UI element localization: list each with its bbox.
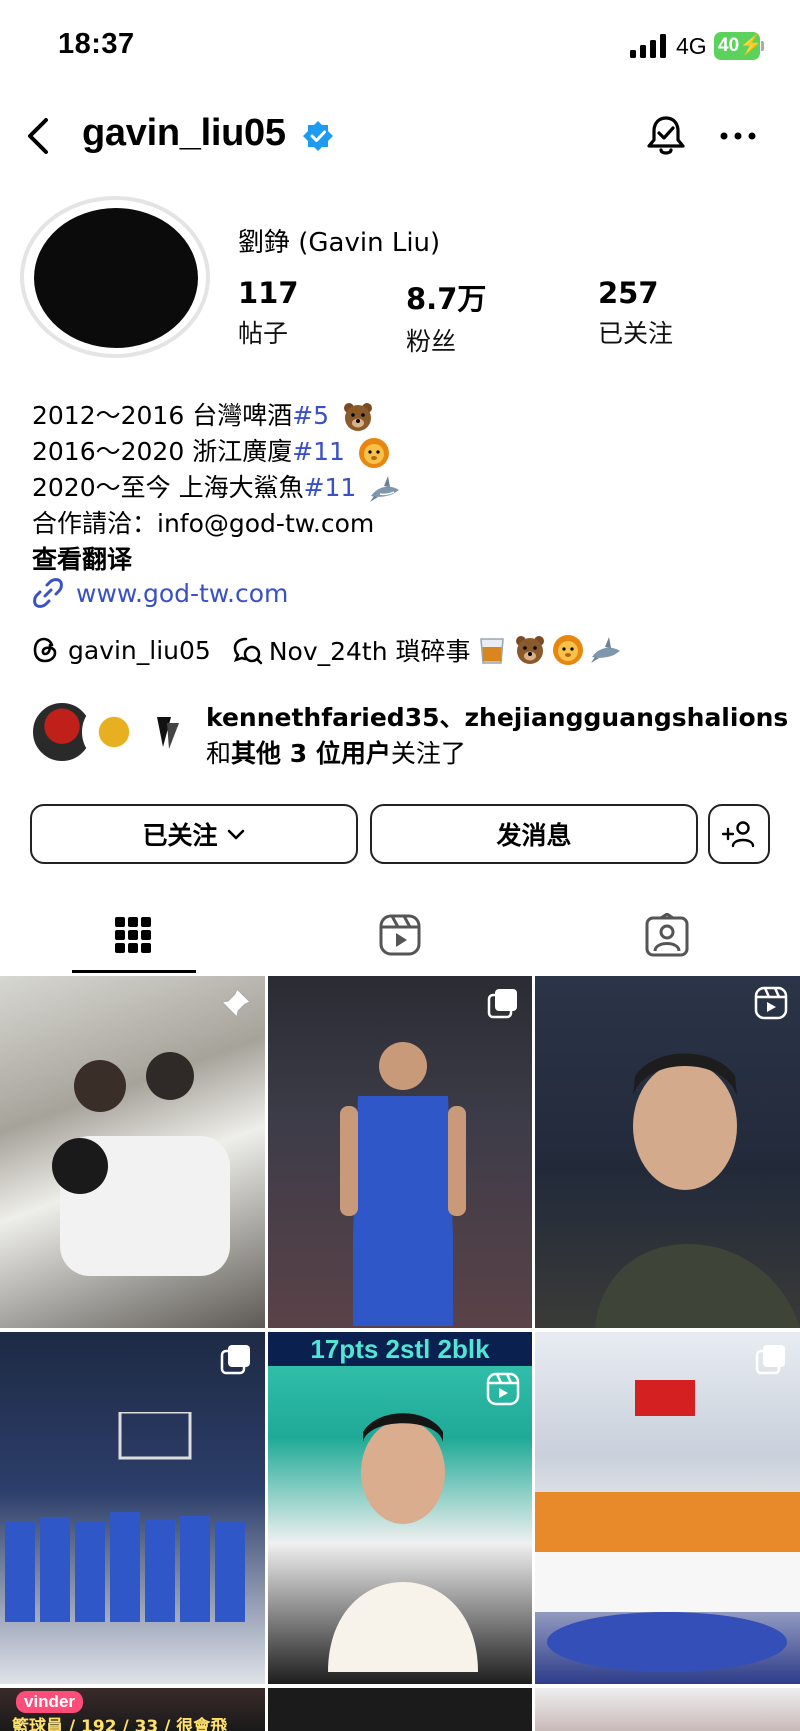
bio-line: 2020～至今 上海大鯊魚#11	[32, 470, 772, 506]
reels-icon	[379, 914, 421, 956]
whiskey-glass-icon	[479, 638, 504, 664]
hashtag-link[interactable]: #5	[292, 401, 329, 430]
posts-grid: 17pts 2stl 2blk vinder 籃球員 / 192 / 33 / …	[0, 974, 800, 1731]
grid-post[interactable]	[535, 1688, 800, 1731]
bio-line: 2016～2020 浙江廣廈#11	[32, 434, 772, 470]
avatar-image	[34, 208, 198, 348]
threads-row: gavin_liu05 Nov_24th 瑣碎事	[30, 630, 623, 670]
add-user-button[interactable]	[708, 804, 770, 864]
stat-label: 粉丝	[406, 327, 457, 356]
post-photo-player	[340, 1042, 466, 1326]
carousel-icon	[487, 989, 517, 1019]
profile-header: gavin_liu05	[0, 100, 800, 172]
translate-link[interactable]: 查看翻译	[32, 542, 772, 578]
tagged-icon	[645, 913, 689, 957]
followed-by[interactable]: kennethfaried35、zhejiangguangshalions 和其…	[30, 700, 790, 770]
bear-icon	[515, 636, 544, 664]
followed-by-names: kennethfaried35、zhejiangguangshalions	[206, 703, 789, 732]
bio-text: 2020～至今 上海大鯊魚	[32, 473, 304, 502]
message-label: 发消息	[496, 821, 572, 850]
profile-bio: 2012～2016 台灣啤酒#5 2016～2020 浙江廣廈#11 2020～…	[32, 398, 772, 578]
lion-icon	[552, 635, 583, 665]
status-time: 18:37	[58, 28, 135, 60]
tab-reels[interactable]	[267, 896, 533, 974]
hashtag-link[interactable]: #11	[292, 437, 345, 466]
grid-post[interactable]	[0, 1332, 265, 1684]
following-label: 已关注	[142, 821, 218, 850]
add-user-icon	[722, 821, 755, 848]
note-text[interactable]: Nov_24th 瑣碎事	[269, 632, 471, 668]
carousel-icon	[220, 1345, 250, 1375]
post-overlay-text: 17pts 2stl 2blk	[268, 1332, 532, 1366]
more-dots-icon[interactable]	[716, 122, 760, 150]
bio-text: 2012～2016 台灣啤酒	[32, 401, 293, 430]
verified-badge-icon	[303, 121, 333, 151]
active-tab-indicator	[72, 970, 196, 973]
display-name: 劉錚 (Gavin Liu)	[238, 228, 441, 258]
stat-value: 117	[238, 276, 299, 310]
profile-avatar[interactable]	[20, 196, 210, 358]
network-type: 4G	[676, 33, 707, 59]
post-overlay-text: vinder	[16, 1691, 84, 1713]
followed-by-suffix: 关注了	[390, 739, 466, 768]
message-button[interactable]: 发消息	[370, 804, 698, 864]
profile-tabs	[0, 896, 800, 974]
chevron-down-icon	[227, 829, 244, 840]
hashtag-link[interactable]: #11	[304, 473, 357, 502]
shark-icon	[370, 476, 400, 502]
link-icon	[33, 578, 63, 608]
battery-level: 40	[718, 35, 740, 56]
stat-posts[interactable]: 117 帖子	[238, 276, 299, 350]
post-photo-team-photo	[535, 1380, 800, 1672]
stat-label: 已关注	[598, 319, 674, 348]
battery-icon: 40⚡	[714, 32, 764, 60]
bio-line: 2012～2016 台灣啤酒#5	[32, 398, 772, 434]
threads-handle[interactable]: gavin_liu05	[68, 636, 211, 665]
pin-icon	[220, 988, 251, 1019]
followed-by-text: kennethfaried35、zhejiangguangshalions 和其…	[206, 700, 788, 772]
tab-posts[interactable]	[0, 896, 266, 974]
grid-post[interactable]: vinder 籃球員 / 192 / 33 / 很會飛	[0, 1688, 265, 1731]
profile-username: gavin_liu05	[82, 112, 286, 154]
bio-contact: 合作請洽：info@god-tw.com	[32, 509, 375, 538]
stat-value: 8.7万	[406, 282, 487, 316]
grid-post[interactable]	[535, 1332, 800, 1684]
lion-icon	[358, 438, 389, 468]
grid-post[interactable]	[535, 976, 800, 1328]
note-bubble-icon	[233, 637, 263, 665]
tab-tagged[interactable]	[534, 896, 800, 974]
reel-icon	[754, 986, 788, 1020]
status-bar: 18:37 4G 40⚡	[0, 0, 800, 96]
grid-post[interactable]	[268, 1688, 532, 1731]
league-logo-icon	[157, 717, 179, 749]
following-button[interactable]: 已关注	[30, 804, 358, 864]
reel-icon	[486, 1372, 520, 1406]
threads-icon[interactable]	[30, 635, 60, 665]
bio-text: 2016～2020 浙江廣廈	[32, 437, 293, 466]
shark-icon	[590, 637, 620, 663]
notification-bell-icon[interactable]	[642, 112, 690, 160]
grid-icon	[115, 917, 151, 953]
stat-following[interactable]: 257 已关注	[598, 276, 673, 350]
post-photo-team	[5, 1412, 245, 1622]
followed-by-prefix: 和	[206, 739, 232, 768]
stat-followers[interactable]: 8.7万 粉丝	[406, 276, 486, 358]
post-caption: 籃球員 / 192 / 33 / 很會飛	[12, 1717, 228, 1731]
grid-post[interactable]	[0, 976, 265, 1328]
bear-icon	[344, 403, 373, 431]
post-photo-celebration	[52, 1052, 230, 1276]
back-chevron-icon[interactable]	[18, 114, 62, 158]
followed-by-others: 其他 3 位用户	[231, 739, 391, 768]
signal-icon	[630, 34, 666, 58]
follower-avatar	[134, 700, 198, 764]
stat-value: 257	[598, 276, 659, 310]
link-url: www.god-tw.com	[76, 578, 289, 608]
post-photo-player	[328, 1413, 478, 1672]
carousel-icon	[755, 1345, 785, 1375]
external-link[interactable]: www.god-tw.com	[30, 574, 288, 612]
grid-post[interactable]	[268, 976, 532, 1328]
stat-label: 帖子	[238, 319, 289, 348]
grid-post[interactable]: 17pts 2stl 2blk	[268, 1332, 532, 1684]
post-photo-portrait	[595, 1053, 800, 1328]
